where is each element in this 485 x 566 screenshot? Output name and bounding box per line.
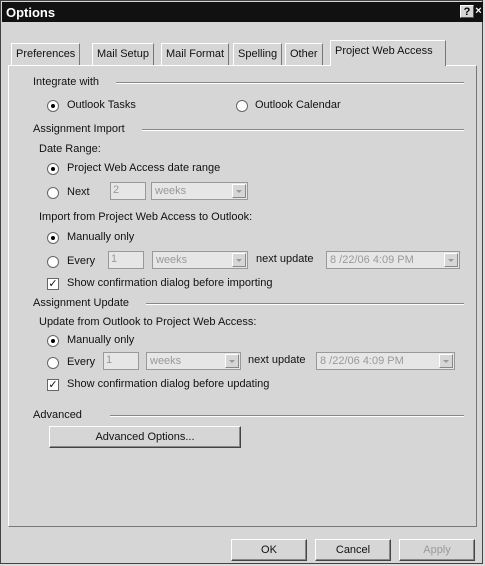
- window-title: Options: [6, 5, 56, 20]
- import-every-input[interactable]: 1: [108, 251, 144, 269]
- assignment-update-divider: [146, 303, 464, 305]
- next-unit-select[interactable]: weeks: [151, 182, 248, 200]
- import-direction-label: Import from Project Web Access to Outloo…: [39, 211, 253, 223]
- import-next-update-label: next update: [256, 253, 314, 265]
- import-confirm-checkbox[interactable]: ✓: [47, 278, 59, 290]
- advanced-options-button[interactable]: Advanced Options...: [49, 426, 241, 448]
- pwa-date-range-label: Project Web Access date range: [67, 162, 221, 174]
- update-confirm-label: Show confirmation dialog before updating: [67, 378, 270, 390]
- advanced-divider: [110, 415, 464, 417]
- radio-outlook-tasks[interactable]: [47, 100, 59, 112]
- cancel-button[interactable]: Cancel: [315, 539, 391, 561]
- advanced-heading: Advanced: [33, 409, 82, 421]
- update-every-unit-select[interactable]: weeks: [146, 352, 241, 370]
- date-range-label: Date Range:: [39, 143, 101, 155]
- outlook-tasks-label: Outlook Tasks: [67, 99, 136, 111]
- tab-mail-setup[interactable]: Mail Setup: [92, 43, 154, 65]
- assignment-update-heading: Assignment Update: [33, 297, 129, 309]
- chevron-down-icon: [225, 354, 239, 368]
- import-manually-label: Manually only: [67, 231, 135, 243]
- close-button[interactable]: ×: [474, 5, 483, 18]
- update-every-input[interactable]: 1: [103, 352, 139, 370]
- title-bar[interactable]: Options ? ×: [2, 2, 483, 22]
- integrate-divider: [116, 82, 464, 84]
- update-manually-label: Manually only: [67, 334, 135, 346]
- tab-preferences[interactable]: Preferences: [11, 43, 81, 65]
- update-every-label: Every: [67, 356, 96, 368]
- update-confirm-checkbox[interactable]: ✓: [47, 379, 59, 391]
- tab-mail-format[interactable]: Mail Format: [161, 43, 230, 65]
- outlook-calendar-label: Outlook Calendar: [255, 99, 341, 111]
- radio-outlook-calendar[interactable]: [236, 100, 248, 112]
- radio-import-every[interactable]: [47, 256, 59, 268]
- apply-button[interactable]: Apply: [399, 539, 475, 561]
- next-count-input[interactable]: 2: [110, 182, 146, 200]
- tab-spelling[interactable]: Spelling: [233, 43, 283, 65]
- tab-panel: Integrate with Outlook Tasks Outlook Cal…: [8, 65, 477, 527]
- import-every-label: Every: [67, 255, 96, 267]
- radio-pwa-date-range[interactable]: [47, 163, 59, 175]
- integrate-heading: Integrate with: [33, 76, 100, 88]
- ok-button[interactable]: OK: [231, 539, 307, 561]
- update-next-update-select[interactable]: 8 /22/06 4:09 PM: [316, 352, 455, 370]
- radio-import-manually[interactable]: [47, 232, 59, 244]
- chevron-down-icon: [232, 184, 246, 198]
- radio-update-manually[interactable]: [47, 335, 59, 347]
- chevron-down-icon: [439, 354, 453, 368]
- next-label: Next: [67, 186, 90, 198]
- import-next-update-select[interactable]: 8 /22/06 4:09 PM: [326, 251, 460, 269]
- assignment-import-heading: Assignment Import: [33, 123, 125, 135]
- chevron-down-icon: [444, 253, 458, 267]
- update-direction-label: Update from Outlook to Project Web Acces…: [39, 316, 257, 328]
- radio-update-every[interactable]: [47, 357, 59, 369]
- radio-next[interactable]: [47, 187, 59, 199]
- options-dialog: Options ? × Preferences Mail Setup Mail …: [0, 0, 483, 564]
- tab-project-web-access[interactable]: Project Web Access: [330, 40, 446, 66]
- import-confirm-label: Show confirmation dialog before importin…: [67, 277, 273, 289]
- tab-other[interactable]: Other: [285, 43, 323, 65]
- assignment-import-divider: [142, 129, 464, 131]
- help-button[interactable]: ?: [460, 5, 474, 18]
- chevron-down-icon: [232, 253, 246, 267]
- update-next-update-label: next update: [248, 354, 306, 366]
- import-every-unit-select[interactable]: weeks: [152, 251, 248, 269]
